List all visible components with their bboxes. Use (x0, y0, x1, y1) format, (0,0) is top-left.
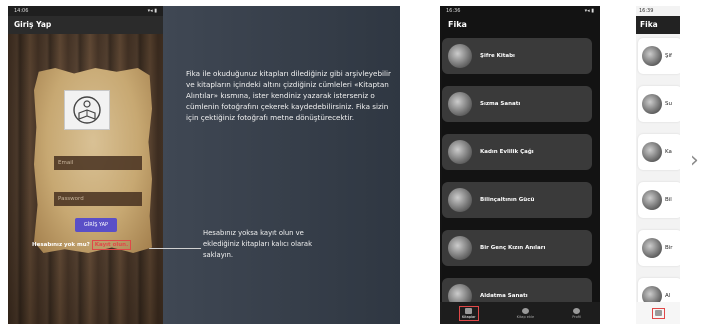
login-app-bar: Giriş Yap (8, 16, 163, 34)
books-icon (654, 309, 662, 316)
book-cover-thumbnail (448, 236, 472, 260)
book-title: Sızma Sanatı (480, 101, 521, 107)
list-app-bar: Fika (440, 16, 600, 34)
book-cover-thumbnail (448, 92, 472, 116)
chevron-right-icon[interactable]: › (690, 148, 699, 173)
book-cover-thumbnail (448, 188, 472, 212)
book-card[interactable]: Bilinçaltının Gücü (442, 182, 592, 218)
signup-link[interactable]: Kayıt olun. (91, 240, 132, 250)
reader-logo-icon (64, 90, 110, 130)
status-icons-dark: ▾◂ ▮ (584, 8, 594, 14)
book-card[interactable]: Şifre Kitabı (442, 38, 592, 74)
login-button[interactable]: GİRİŞ YAP (75, 218, 117, 232)
status-bar: 14:06 ▾◂ ▮ (8, 6, 163, 16)
book-title-light: Şif (665, 53, 672, 59)
bottom-navigation-light (636, 302, 680, 324)
book-title: Bir Genç Kızın Anıları (480, 245, 546, 251)
status-bar-dark: 16:36 ▾◂ ▮ (440, 6, 600, 16)
book-cover-thumbnail (642, 46, 662, 66)
book-cover-thumbnail (448, 140, 472, 164)
book-card-light[interactable]: Su (638, 86, 680, 122)
book-title: Şifre Kitabı (480, 53, 515, 59)
nav-add-book-label: Kitap ekle (516, 314, 535, 319)
callout-connector-line (149, 248, 201, 249)
slide-description: Fika ile okuduğunuz kitapları dilediğini… (186, 69, 391, 122)
book-title-light: Bir (665, 245, 673, 251)
login-screen: 14:06 ▾◂ ▮ Giriş Yap Email Password GİRİ… (8, 6, 163, 324)
email-placeholder: Email (58, 160, 74, 166)
no-account-text: Hesabınız yok mu? (32, 242, 90, 248)
stage: 14:06 ▾◂ ▮ Giriş Yap Email Password GİRİ… (0, 0, 716, 326)
book-title: Kadın Evlilik Çağı (480, 149, 534, 155)
presentation-slide: 14:06 ▾◂ ▮ Giriş Yap Email Password GİRİ… (8, 6, 400, 324)
book-list-screen-light: 16:39 Fika Şif Su Ka Bil Bir Al (636, 6, 680, 324)
login-title: Giriş Yap (14, 20, 52, 29)
book-cover-thumbnail (448, 44, 472, 68)
book-title-light: Su (665, 101, 672, 107)
book-title: Bilinçaltının Gücü (480, 197, 535, 203)
nav-profile-label: Profil (572, 314, 581, 319)
book-card[interactable]: Sızma Sanatı (442, 86, 592, 122)
password-field[interactable]: Password (54, 192, 142, 206)
book-cover-thumbnail (642, 142, 662, 162)
status-time-light: 16:39 (639, 8, 654, 14)
book-card[interactable]: Kadın Evlilik Çağı (442, 134, 592, 170)
nav-add-book[interactable]: Kitap ekle (516, 307, 535, 319)
book-card-light[interactable]: Bil (638, 182, 680, 218)
book-cover-thumbnail (642, 238, 662, 258)
bottom-navigation: Kitaplar Kitap ekle Profil (440, 302, 600, 324)
book-title-light: Bil (665, 197, 672, 203)
book-title: Aldatma Sanatı (480, 293, 528, 299)
books-icon (465, 307, 473, 314)
book-list-screen-dark: 16:36 ▾◂ ▮ Fika Şifre Kitabı Sızma Sanat… (440, 6, 600, 324)
nav-profile[interactable]: Profil (572, 307, 581, 319)
nav-books[interactable]: Kitaplar (459, 305, 479, 321)
book-cover-thumbnail (642, 94, 662, 114)
password-placeholder: Password (58, 196, 84, 202)
book-card-light[interactable]: Bir (638, 230, 680, 266)
list-title: Fika (448, 20, 467, 29)
status-icons: ▾◂ ▮ (147, 8, 157, 14)
nav-books-label: Kitaplar (462, 314, 476, 319)
signup-prompt: Hesabınız yok mu? Kayıt olun. (32, 240, 132, 250)
status-time: 14:06 (14, 8, 29, 14)
profile-icon (573, 307, 581, 314)
book-title-light: Ka (665, 149, 672, 155)
nav-books-light[interactable] (651, 307, 665, 319)
status-bar-light: 16:39 (636, 6, 680, 16)
book-cover-thumbnail (642, 190, 662, 210)
book-card-light[interactable]: Ka (638, 134, 680, 170)
book-title-light: Al (665, 293, 671, 299)
light-title: Fika (640, 20, 658, 29)
light-app-bar: Fika (636, 16, 680, 34)
slide-note: Hesabınız yoksa kayıt olun ve eklediğini… (203, 229, 313, 259)
status-time-dark: 16:36 (446, 8, 461, 14)
book-card-light[interactable]: Şif (638, 38, 680, 74)
add-book-icon (521, 307, 529, 314)
book-card[interactable]: Bir Genç Kızın Anıları (442, 230, 592, 266)
email-field[interactable]: Email (54, 156, 142, 170)
